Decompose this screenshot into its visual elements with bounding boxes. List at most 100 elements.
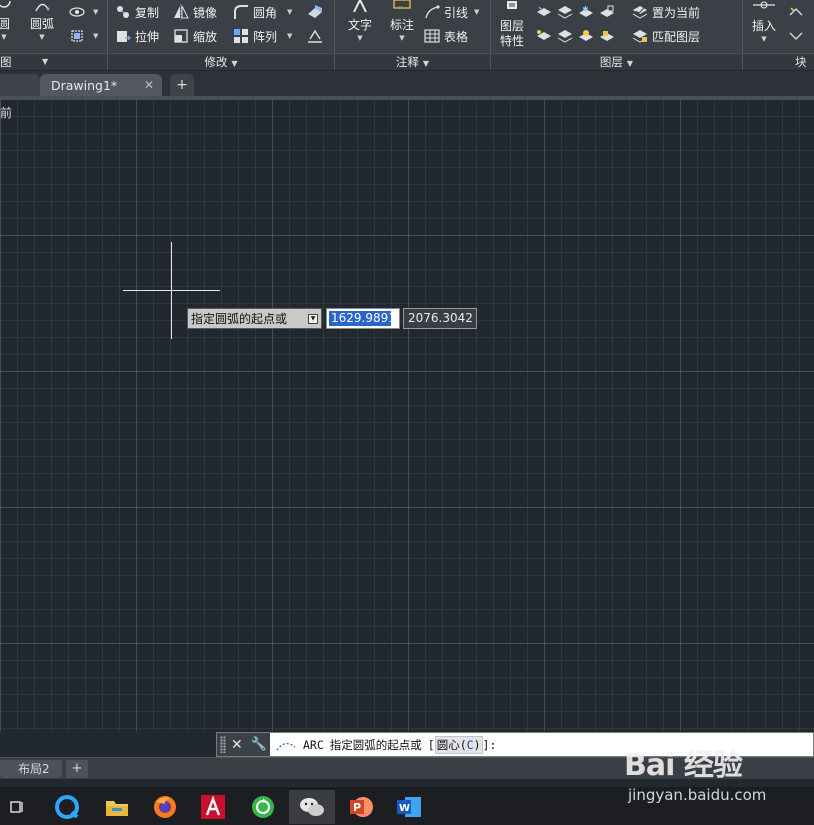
taskbar-app-explorer[interactable] — [94, 790, 140, 824]
mirror-label: 镜像 — [193, 5, 218, 20]
layer-unlock-icon[interactable] — [598, 28, 616, 44]
insert-label: 插入 — [751, 19, 776, 33]
draw-panel-title[interactable]: 图 ▼ — [0, 53, 107, 70]
taskbar-app-browser-q[interactable] — [44, 790, 90, 824]
taskbar-app-word[interactable]: W — [386, 790, 432, 824]
command-bracket-close: ]: — [482, 738, 497, 752]
windows-taskbar: P W — [0, 787, 814, 825]
tab-drawing1[interactable]: Drawing1* ✕ — [40, 74, 162, 96]
layers-panel-title-label: 图层 — [599, 55, 623, 69]
chevron-down-icon: ▼ — [1, 33, 7, 41]
drag-handle-icon[interactable] — [220, 736, 226, 753]
mirror-button[interactable]: 镜像 — [172, 2, 217, 22]
match-layer-label: 匹配图层 — [652, 29, 701, 44]
stretch-icon — [114, 28, 132, 44]
table-label: 表格 — [444, 29, 469, 44]
svg-text:..: .. — [398, 1, 402, 9]
close-icon[interactable]: ✕ — [231, 737, 243, 753]
array-button[interactable]: 阵列 ▼ — [232, 26, 292, 46]
tab-layout2[interactable]: 布局2 — [0, 760, 62, 778]
arc-command-icon — [276, 743, 296, 751]
new-tab-button[interactable]: + — [170, 74, 194, 96]
close-icon[interactable]: ✕ — [144, 78, 154, 92]
fillet-button[interactable]: 圆角 ▼ — [232, 2, 292, 22]
layer-unisolate-icon[interactable] — [556, 28, 574, 44]
layer-tools-row-1: ✱ — [535, 2, 619, 22]
layers-panel-title[interactable]: 图层 ▼ — [491, 53, 742, 70]
arc-button[interactable]: 圆弧 ▼ — [26, 0, 58, 42]
block-panel-title-label: 块 — [795, 55, 807, 69]
options-down-arrow-icon[interactable]: ▼ — [308, 314, 318, 324]
command-option-center-text: 圆心( — [436, 738, 467, 752]
circle-icon — [0, 0, 11, 8]
task-view-button[interactable] — [0, 790, 40, 824]
create-block-button[interactable] — [787, 2, 808, 22]
text-button[interactable]: 文字 ▼ — [345, 0, 375, 43]
match-layer-button[interactable]: 匹配图层 — [631, 26, 700, 46]
copy-button[interactable]: 复制 — [114, 2, 159, 22]
layer-properties-button[interactable]: 图层 特性 — [495, 0, 529, 49]
drawing-canvas[interactable] — [0, 99, 814, 731]
offset-button[interactable] — [306, 26, 327, 46]
dynamic-input-x-value: 1629.9891 — [329, 311, 396, 326]
block-panel-title[interactable]: 块 — [743, 53, 814, 70]
taskbar-app-powerpoint[interactable]: P — [338, 790, 384, 824]
hatch-button[interactable]: ▼ — [68, 2, 98, 22]
wrench-icon[interactable]: 🔧 — [251, 737, 267, 752]
layers-panel: 图层 特性 ✱ 置为当前 匹配图层 图层 ▼ — [491, 0, 743, 70]
table-button[interactable]: 表格 — [423, 26, 468, 46]
insert-button[interactable]: 插入 ▼ — [747, 0, 781, 44]
copy-label: 复制 — [135, 5, 160, 20]
annotation-panel-title-label: 注释 — [395, 55, 419, 69]
word-icon: W — [397, 797, 421, 817]
folder-icon — [106, 801, 128, 816]
circle-button[interactable]: 圆 ▼ — [0, 0, 14, 42]
chevron-down-icon: ▼ — [357, 34, 363, 42]
dynamic-input-y-field[interactable]: 2076.3042 — [403, 308, 477, 329]
ribbon: 圆 ▼ 圆弧 ▼ ▼ ▼ 图 ▼ 复制 镜像 圆角 ▼ 拉伸 缩放 阵列 ▼ 修… — [0, 0, 814, 70]
leader-button[interactable]: 引线 ▼ — [423, 2, 479, 22]
chevron-down-icon: ▼ — [287, 32, 293, 40]
viewport-controls-label[interactable]: 前 — [0, 104, 12, 121]
annotation-panel-title[interactable]: 注释 ▼ — [335, 53, 490, 70]
stretch-button[interactable]: 拉伸 — [114, 26, 159, 46]
explode-button[interactable] — [306, 2, 327, 22]
modify-panel-title[interactable]: 修改 ▼ — [108, 53, 334, 70]
tab-start[interactable] — [0, 74, 40, 96]
refresh-app-icon — [252, 796, 274, 818]
taskbar-app-green-circle[interactable] — [240, 790, 286, 824]
new-layout-button[interactable]: + — [66, 760, 88, 778]
layer-off-icon[interactable] — [535, 4, 553, 20]
insert-icon — [753, 1, 775, 9]
table-icon — [423, 28, 441, 44]
command-line[interactable]: ✕ 🔧 ARC 指定圆弧的起点或 [ 圆心(C) ]: — [216, 732, 814, 757]
chevron-down-icon: ▼ — [93, 32, 99, 40]
layer-properties-label-2: 特性 — [499, 34, 524, 48]
region-button[interactable]: ▼ — [68, 26, 98, 46]
modify-panel-title-label: 修改 — [204, 55, 228, 69]
text-icon — [353, 0, 367, 13]
chevron-down-icon: ▼ — [626, 59, 634, 68]
chevron-down-icon: ▼ — [474, 8, 480, 16]
taskbar-app-firefox[interactable] — [142, 790, 188, 824]
taskbar-app-autocad[interactable] — [190, 790, 236, 824]
edit-block-button[interactable] — [787, 26, 808, 46]
command-option-center-close: ) — [473, 738, 481, 752]
command-option-center[interactable]: 圆心(C) — [434, 736, 483, 754]
layer-on-icon[interactable] — [535, 28, 553, 44]
layer-freeze-icon[interactable]: ✱ — [577, 4, 595, 20]
layer-thaw-icon[interactable] — [577, 28, 595, 44]
scale-button[interactable]: 缩放 — [172, 26, 217, 46]
match-layer-icon — [631, 28, 649, 44]
taskbar-app-wechat[interactable] — [289, 790, 335, 824]
task-view-icon — [10, 801, 23, 813]
plus-icon: + — [176, 77, 188, 93]
modify-panel: 复制 镜像 圆角 ▼ 拉伸 缩放 阵列 ▼ 修改 ▼ — [108, 0, 335, 70]
layer-lock-icon[interactable] — [598, 4, 616, 20]
dimension-button[interactable]: .. 标注 ▼ — [387, 0, 417, 43]
chevron-down-icon: ▼ — [39, 33, 45, 41]
dynamic-input-x-field[interactable]: 1629.9891 — [326, 308, 400, 329]
layer-isolate-icon[interactable] — [556, 4, 574, 20]
set-current-button[interactable]: 置为当前 — [631, 2, 700, 22]
circle-label: 圆 — [0, 17, 10, 31]
